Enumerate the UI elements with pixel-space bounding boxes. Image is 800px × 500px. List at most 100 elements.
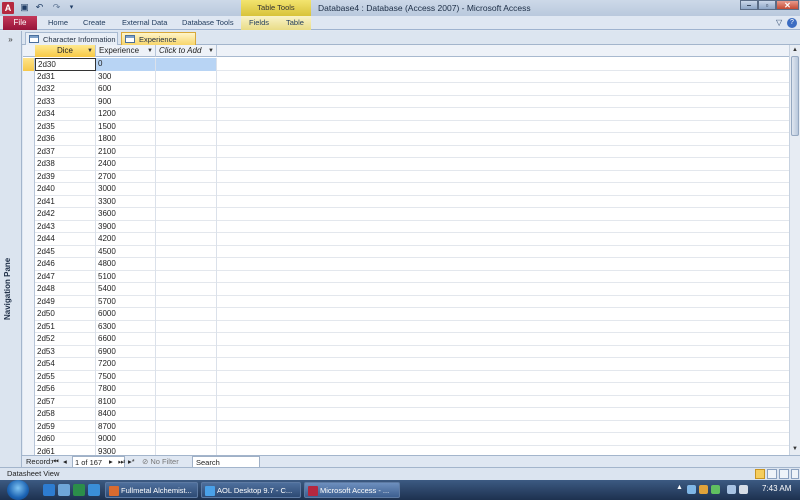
record-selector[interactable] (23, 345, 35, 358)
cell-experience[interactable]: 8100 (96, 395, 156, 408)
cell-dice[interactable]: 2d42 (35, 208, 96, 221)
record-selector[interactable] (23, 295, 35, 308)
cell-dice[interactable]: 2d37 (35, 145, 96, 158)
record-selector[interactable] (23, 233, 35, 246)
cell-experience[interactable]: 3600 (96, 208, 156, 221)
cell-experience[interactable]: 8700 (96, 420, 156, 433)
record-selector[interactable] (23, 220, 35, 233)
tab-external-data[interactable]: External Data (122, 16, 167, 30)
cell-dice[interactable]: 2d41 (35, 195, 96, 208)
cell-experience[interactable]: 4200 (96, 233, 156, 246)
windows-start-icon[interactable] (7, 480, 29, 500)
table-row[interactable]: 2d45 4500 (23, 245, 800, 258)
record-selector[interactable] (23, 333, 35, 346)
cell-experience[interactable]: 4500 (96, 245, 156, 258)
taskbar-button-aol[interactable]: AOL Desktop 9.7 - C... (201, 482, 301, 498)
table-row[interactable]: 2d57 8100 (23, 395, 800, 408)
table-row[interactable]: 2d58 8400 (23, 408, 800, 421)
table-row[interactable]: 2d41 3300 (23, 195, 800, 208)
datasheet-grid[interactable]: Dice ▼ Experience ▼ Click to Add ▼ 2d30 0… (23, 45, 800, 455)
taskbar-button-access[interactable]: Microsoft Access - ... (304, 482, 400, 498)
cell-experience[interactable]: 3000 (96, 183, 156, 196)
record-selector[interactable] (23, 320, 35, 333)
navigation-pane[interactable]: » Navigation Pane (0, 31, 22, 467)
cell-dice[interactable]: 2d58 (35, 408, 96, 421)
table-row[interactable]: 2d60 9000 (23, 433, 800, 446)
cell-experience[interactable]: 9300 (96, 445, 156, 455)
cell-dice[interactable]: 2d53 (35, 345, 96, 358)
vertical-scrollbar[interactable]: ▲ ▼ (789, 45, 800, 455)
cell-experience[interactable]: 6300 (96, 320, 156, 333)
cell-click-to-add[interactable] (156, 333, 217, 346)
column-header-click-to-add[interactable]: Click to Add ▼ (156, 45, 217, 57)
cell-experience[interactable]: 2100 (96, 145, 156, 158)
maximize-button[interactable]: ▫ (758, 0, 776, 10)
show-desktop-icon[interactable] (58, 484, 70, 496)
volume-icon[interactable] (739, 485, 748, 494)
cell-dice[interactable]: 2d32 (35, 83, 96, 96)
record-selector[interactable] (23, 270, 35, 283)
customize-quick-access-icon[interactable]: ▾ (66, 2, 77, 13)
table-row[interactable]: 2d46 4800 (23, 258, 800, 271)
cell-experience[interactable]: 1500 (96, 120, 156, 133)
cell-dice[interactable]: 2d34 (35, 108, 96, 121)
cell-click-to-add[interactable] (156, 283, 217, 296)
scroll-up-icon[interactable]: ▲ (790, 45, 800, 55)
cell-click-to-add[interactable] (156, 233, 217, 246)
cell-experience[interactable]: 6000 (96, 308, 156, 321)
internet-explorer-icon[interactable] (43, 484, 55, 496)
cell-click-to-add[interactable] (156, 395, 217, 408)
cell-experience[interactable]: 300 (96, 70, 156, 83)
redo-icon[interactable]: ↷ (51, 2, 62, 13)
scroll-down-icon[interactable]: ▼ (790, 444, 800, 454)
record-selector[interactable] (23, 445, 35, 455)
cell-dice[interactable]: 2d33 (35, 95, 96, 108)
cell-experience[interactable]: 6900 (96, 345, 156, 358)
cell-click-to-add[interactable] (156, 408, 217, 421)
cell-click-to-add[interactable] (156, 208, 217, 221)
record-selector[interactable] (23, 408, 35, 421)
sort-filter-dropdown-icon[interactable]: ▼ (147, 45, 153, 57)
cell-experience[interactable]: 5400 (96, 283, 156, 296)
cell-experience[interactable]: 9000 (96, 433, 156, 446)
scroll-thumb[interactable] (791, 56, 799, 136)
cell-dice[interactable]: 2d47 (35, 270, 96, 283)
cell-click-to-add[interactable] (156, 433, 217, 446)
record-selector[interactable] (23, 133, 35, 146)
cell-experience[interactable]: 0 (96, 58, 156, 71)
cell-click-to-add[interactable] (156, 245, 217, 258)
table-row[interactable]: 2d48 5400 (23, 283, 800, 296)
cell-dice[interactable]: 2d46 (35, 258, 96, 271)
record-selector[interactable] (23, 433, 35, 446)
table-row[interactable]: 2d55 7500 (23, 370, 800, 383)
pivotchart-view-icon[interactable] (779, 469, 789, 479)
table-row[interactable]: 2d35 1500 (23, 120, 800, 133)
cell-click-to-add[interactable] (156, 295, 217, 308)
cell-click-to-add[interactable] (156, 170, 217, 183)
cell-click-to-add[interactable] (156, 383, 217, 396)
cell-click-to-add[interactable] (156, 70, 217, 83)
cell-click-to-add[interactable] (156, 195, 217, 208)
table-row[interactable]: 2d33 900 (23, 95, 800, 108)
cell-experience[interactable]: 3300 (96, 195, 156, 208)
tray-app-icon[interactable] (699, 485, 708, 494)
tab-table[interactable]: Table (286, 16, 304, 30)
record-selector[interactable] (23, 158, 35, 171)
table-row[interactable]: 2d50 6000 (23, 308, 800, 321)
cell-click-to-add[interactable] (156, 270, 217, 283)
cell-click-to-add[interactable] (156, 133, 217, 146)
record-selector[interactable] (23, 145, 35, 158)
cell-click-to-add[interactable] (156, 258, 217, 271)
table-row[interactable]: 2d36 1800 (23, 133, 800, 146)
record-selector[interactable] (23, 108, 35, 121)
pivottable-view-icon[interactable] (767, 469, 777, 479)
table-row[interactable]: 2d34 1200 (23, 108, 800, 121)
tab-database-tools[interactable]: Database Tools (182, 16, 234, 30)
record-selector[interactable] (23, 370, 35, 383)
expand-nav-pane-icon[interactable]: » (4, 34, 17, 46)
table-row[interactable]: 2d52 6600 (23, 333, 800, 346)
cell-experience[interactable]: 7200 (96, 358, 156, 371)
cell-experience[interactable]: 7500 (96, 370, 156, 383)
table-row[interactable]: 2d30 0 (23, 58, 800, 71)
cell-click-to-add[interactable] (156, 120, 217, 133)
